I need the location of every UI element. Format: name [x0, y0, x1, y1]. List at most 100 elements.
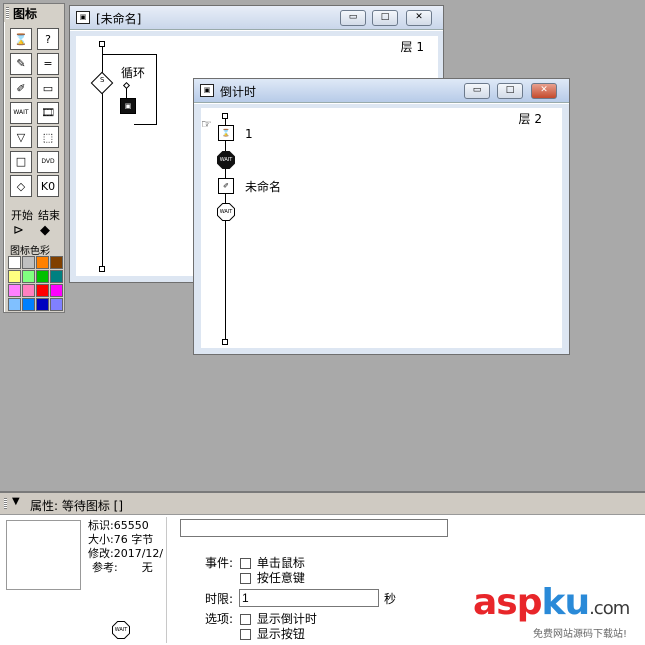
layer-label: 层 2: [518, 112, 542, 126]
icon-name-input[interactable]: [180, 519, 448, 537]
color-swatch[interactable]: [8, 270, 21, 283]
branch-line: [126, 88, 127, 98]
color-swatch[interactable]: [36, 256, 49, 269]
icon-palette: 图标 ⌛? ✎ = ✐ ▭ WAIT 🎞 ▽ ⬚ □ DVD ◇ K0 开始 结束 ⊳ ◆ 图标色彩: [3, 3, 65, 313]
timelimit-unit: 秒: [384, 592, 397, 606]
event-click-checkbox[interactable]: [240, 558, 251, 569]
wait-icon-selected[interactable]: WAIT: [217, 203, 235, 221]
loop-top-line: [102, 54, 157, 55]
palette-title: 图标: [13, 7, 38, 21]
loop-right-line: [156, 54, 157, 124]
options-label: 选项:: [205, 612, 234, 626]
color-swatch[interactable]: [22, 284, 35, 297]
watermark-domain: .com: [589, 598, 630, 619]
timelimit-label: 时限:: [205, 592, 234, 606]
map-icon[interactable]: ▣: [120, 98, 136, 114]
color-swatch[interactable]: [22, 270, 35, 283]
minimize-button[interactable]: ▭: [340, 10, 366, 26]
color-swatch[interactable]: [50, 284, 63, 297]
option-countdown-checkbox[interactable]: [240, 614, 251, 625]
properties-panel: ▼ 属性: 等待图标 [] 标识:65550 大小:76 字节 修改:2017/…: [0, 491, 645, 645]
properties-title: 属性: 等待图标 []: [30, 499, 124, 513]
palette-icon-button[interactable]: DVD: [37, 150, 59, 173]
hand-pointer-icon: ☞: [201, 117, 212, 131]
maximize-button[interactable]: □: [372, 10, 398, 26]
palette-icon-button[interactable]: □: [10, 150, 32, 173]
close-button[interactable]: ✕: [406, 10, 432, 26]
watermark-logo: aspku.com: [473, 582, 630, 629]
window-countdown-titlebar[interactable]: ▣ 倒计时 ▭ □ ✕: [194, 79, 569, 103]
color-swatch[interactable]: [50, 298, 63, 311]
flow-end-node[interactable]: [222, 339, 228, 345]
palette-icon-button[interactable]: WAIT: [10, 101, 32, 124]
palette-icon-button[interactable]: ⬚: [37, 126, 59, 148]
color-swatch[interactable]: [8, 284, 21, 297]
option-button-row[interactable]: 显示按钮: [240, 625, 305, 642]
grip-handle-icon[interactable]: [4, 498, 7, 509]
flowline-canvas[interactable]: 层 2 ☞ ⌛ 1 WAIT ✐ 未命名 WAIT: [201, 108, 562, 348]
palette-icon-button[interactable]: K0: [37, 175, 59, 197]
layer-label: 层 1: [400, 40, 424, 54]
color-swatch[interactable]: [8, 256, 21, 269]
flow-item-label: 1: [245, 127, 253, 141]
icon-size: 大小:76 字节: [88, 533, 154, 546]
event-key-checkbox[interactable]: [240, 573, 251, 584]
palette-icon-button[interactable]: =: [37, 52, 59, 75]
icon-info: 标识:65550 大小:76 字节 修改:2017/12/ 参考: 无: [88, 519, 164, 575]
color-swatch[interactable]: [22, 298, 35, 311]
option-button-checkbox[interactable]: [240, 629, 251, 640]
palette-icon-button[interactable]: ▭: [37, 77, 59, 99]
palette-icon-button[interactable]: ?: [37, 28, 59, 50]
decision-hourglass-icon[interactable]: ⌛: [218, 125, 234, 141]
end-flag-label: 结束: [38, 209, 60, 222]
watermark-brand-a: asp: [473, 582, 542, 623]
palette-icon-button[interactable]: ✐: [10, 77, 32, 99]
icon-preview: [6, 520, 81, 590]
start-flag-icon[interactable]: ⊳: [13, 223, 24, 238]
palette-icon-button[interactable]: ✎: [10, 52, 32, 75]
color-swatch[interactable]: [22, 256, 35, 269]
icon-modified: 修改:2017/12/: [88, 547, 164, 560]
color-swatch[interactable]: [50, 270, 63, 283]
flow-end-node[interactable]: [99, 266, 105, 272]
color-swatch[interactable]: [36, 284, 49, 297]
loop-label: 循环: [121, 66, 146, 80]
color-swatch[interactable]: [36, 270, 49, 283]
maximize-button[interactable]: □: [497, 83, 523, 99]
loop-bottom-line: [134, 124, 157, 125]
palette-icon-button[interactable]: ◇: [10, 175, 32, 197]
icon-colors-label: 图标色彩: [10, 246, 50, 257]
palette-icon-button[interactable]: 🎞: [37, 101, 59, 124]
collapse-arrow-icon[interactable]: ▼: [12, 496, 20, 507]
timelimit-input[interactable]: [239, 589, 379, 607]
window-untitled-titlebar[interactable]: ▣ [未命名] ▭ □ ✕: [70, 6, 443, 30]
wait-icon[interactable]: WAIT: [217, 151, 235, 169]
color-swatch[interactable]: [8, 298, 21, 311]
flow-item-label: 未命名: [245, 180, 282, 194]
window-untitled-title: [未命名]: [96, 12, 142, 26]
end-flag-icon[interactable]: ◆: [40, 223, 50, 238]
event-key-label: 按任意键: [256, 571, 305, 585]
events-label: 事件:: [205, 556, 234, 570]
start-flag-label: 开始: [11, 209, 33, 222]
palette-icon-button[interactable]: ▽: [10, 126, 32, 148]
window-countdown-frame: 层 2 ☞ ⌛ 1 WAIT ✐ 未命名 WAIT: [194, 104, 569, 354]
color-swatch[interactable]: [50, 256, 63, 269]
option-countdown-label: 显示倒计时: [256, 612, 317, 626]
close-button[interactable]: ✕: [531, 83, 557, 99]
wait-icon: WAIT: [112, 621, 130, 639]
window-countdown: ▣ 倒计时 ▭ □ ✕ 层 2 ☞ ⌛ 1 WAIT ✐ 未命名 WAIT: [193, 78, 570, 355]
event-key-row[interactable]: 按任意键: [240, 569, 305, 586]
palette-icon-button[interactable]: ⌛: [10, 28, 32, 50]
properties-body: 标识:65550 大小:76 字节 修改:2017/12/ 参考: 无 WAIT …: [0, 515, 645, 645]
properties-header[interactable]: ▼ 属性: 等待图标 []: [0, 493, 645, 515]
color-swatch[interactable]: [36, 298, 49, 311]
app-window-icon: ▣: [76, 11, 90, 24]
watermark-subtitle: 免费网站源码下载站!: [533, 629, 628, 640]
erase-icon[interactable]: ✐: [218, 178, 234, 194]
grip-handle-icon[interactable]: [6, 7, 9, 19]
decision-mark: S: [100, 76, 105, 84]
palette-titlebar[interactable]: 图标: [4, 4, 64, 22]
minimize-button[interactable]: ▭: [464, 83, 490, 99]
reference-label: 参考:: [92, 561, 118, 574]
